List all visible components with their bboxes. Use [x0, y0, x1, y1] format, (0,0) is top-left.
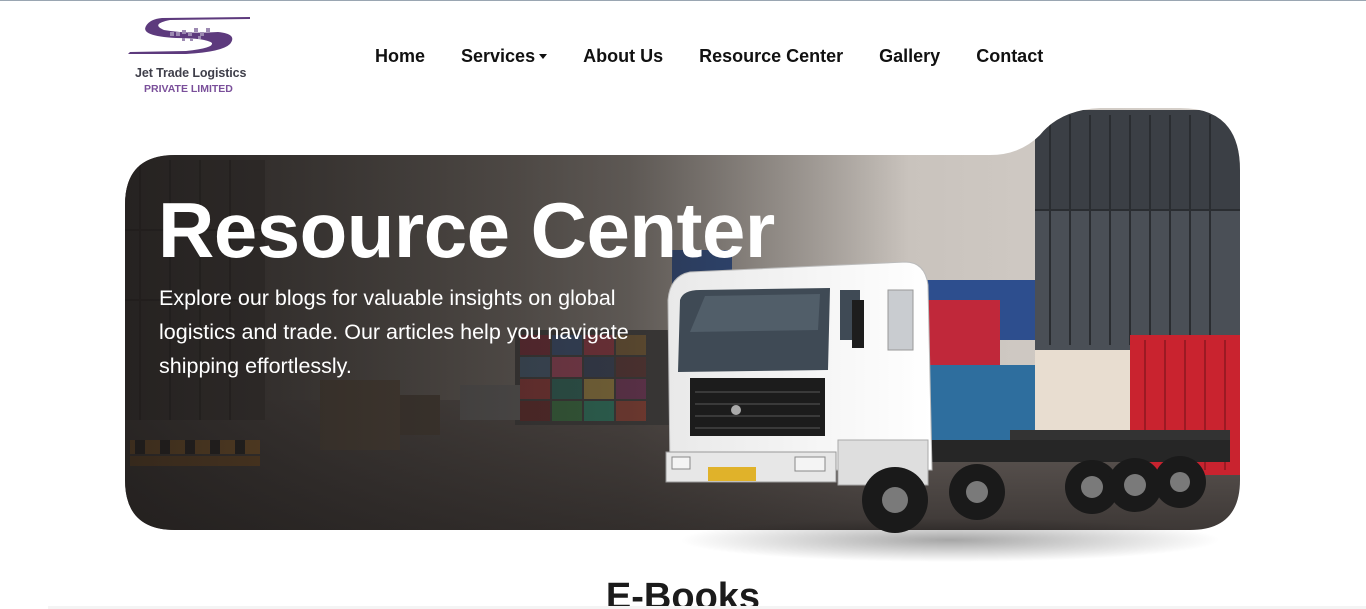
caret-down-icon: [539, 54, 548, 59]
nav-home-label: Home: [375, 45, 426, 66]
brand-logo[interactable]: Jet Trade Logistics PRIVATE LIMITED: [126, 14, 252, 98]
logo-swoosh-icon: [128, 17, 250, 54]
main-nav: Home Services About Us Resource Center G…: [375, 44, 1043, 68]
nav-resource-center[interactable]: Resource Center: [699, 46, 843, 67]
ebooks-section-title: E-Books: [605, 576, 761, 609]
nav-home[interactable]: Home: [375, 46, 425, 67]
hero-title: Resource Center: [158, 186, 775, 274]
nav-about-label: About Us: [583, 45, 664, 66]
nav-gallery[interactable]: Gallery: [879, 46, 940, 67]
nav-resource-center-label: Resource Center: [699, 45, 844, 66]
nav-gallery-label: Gallery: [879, 45, 941, 66]
hero-description: Explore our blogs for valuable insights …: [159, 286, 629, 378]
nav-contact[interactable]: Contact: [976, 46, 1043, 67]
brand-subtitle: PRIVATE LIMITED: [144, 83, 233, 95]
nav-services-label: Services: [461, 45, 536, 66]
brand-name: Jet Trade Logistics: [135, 66, 247, 80]
nav-services[interactable]: Services: [461, 45, 548, 67]
nav-contact-label: Contact: [976, 45, 1044, 66]
nav-about-us[interactable]: About Us: [583, 46, 663, 67]
